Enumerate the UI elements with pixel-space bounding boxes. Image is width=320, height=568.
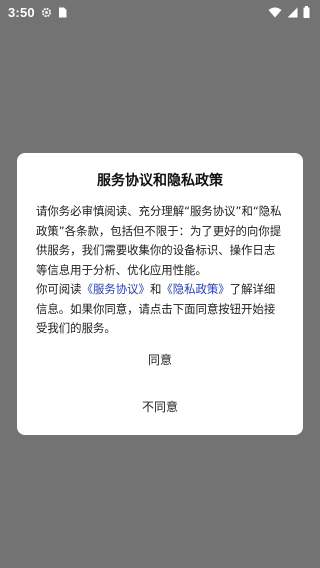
status-left: 3:50 — [8, 3, 67, 22]
battery-icon — [303, 3, 310, 22]
status-time: 3:50 — [8, 4, 35, 20]
status-bar: 3:50 — [0, 0, 320, 24]
privacy-policy-link[interactable]: 《隐私政策》 — [161, 282, 229, 296]
service-agreement-link[interactable]: 《服务协议》 — [82, 282, 150, 296]
agree-button[interactable]: 同意 — [17, 345, 303, 373]
dialog-body-para1: 请你务必审慎阅读、充分理解“服务协议”和“隐私政策”各条款，包括但不限于：为了更… — [36, 204, 282, 277]
dialog-title: 服务协议和隐私政策 — [97, 173, 223, 189]
dialog-body-and: 和 — [149, 282, 162, 296]
dialog-body-para2-prefix: 你可阅读 — [36, 282, 82, 296]
wifi-icon — [268, 3, 282, 22]
privacy-dialog: 服务协议和隐私政策 请你务必审慎阅读、充分理解“服务协议”和“隐私政策”各条款，… — [17, 153, 303, 435]
status-right — [268, 3, 310, 22]
disagree-button[interactable]: 不同意 — [17, 392, 303, 420]
sim-card-icon — [58, 3, 67, 22]
dialog-body: 请你务必审慎阅读、充分理解“服务协议”和“隐私政策”各条款，包括但不限于：为了更… — [36, 202, 284, 339]
signal-icon — [287, 3, 298, 22]
settings-gear-icon — [41, 3, 52, 22]
